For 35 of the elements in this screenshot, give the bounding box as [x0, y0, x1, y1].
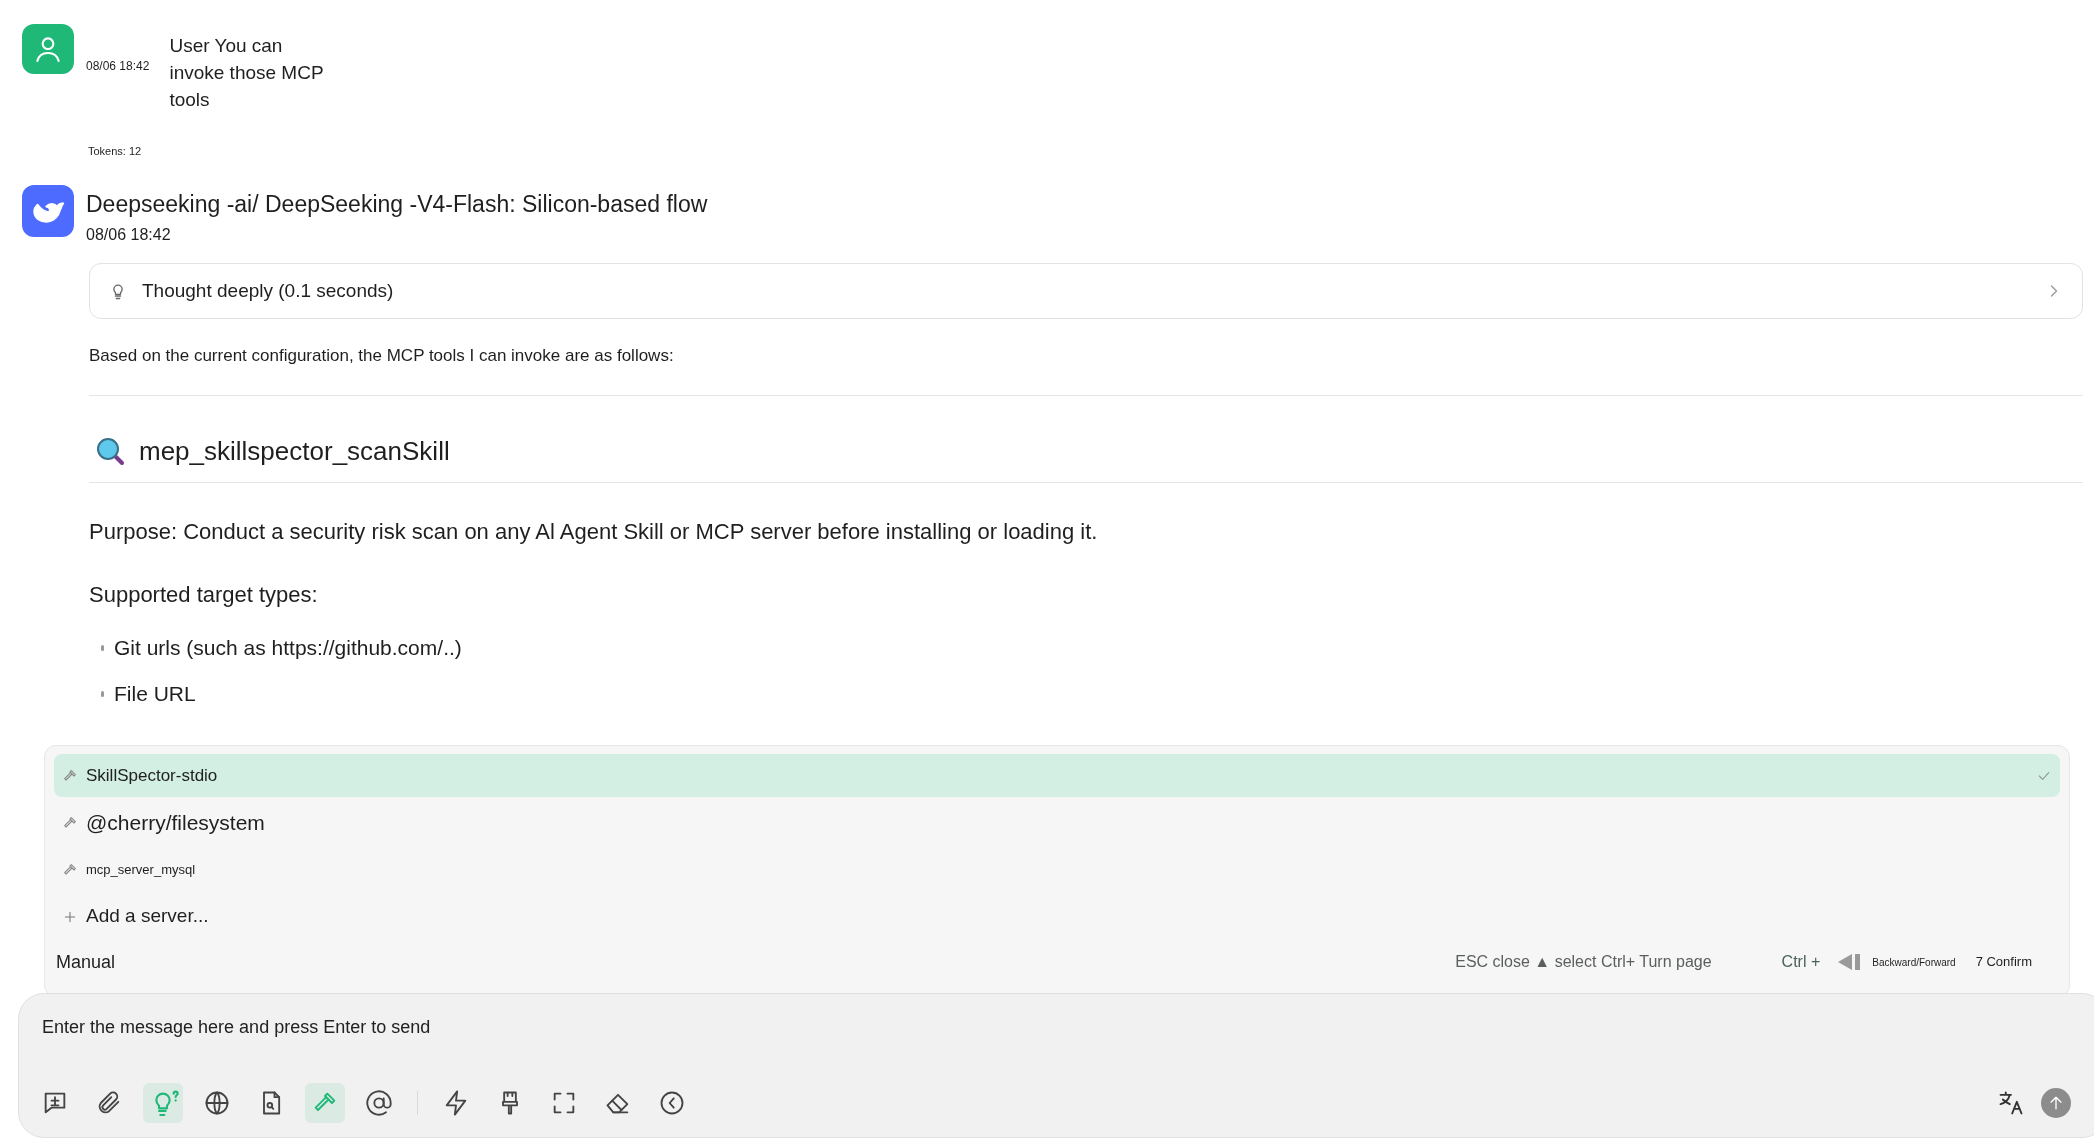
server-option[interactable]: @cherry/filesystem [54, 801, 2060, 844]
key-hint: Ctrl + [1781, 952, 1821, 972]
arrow-key-icon [1838, 953, 1863, 971]
message-date: 08/06 18:42 [86, 58, 150, 75]
section-heading: Supported target types: [89, 580, 319, 609]
bullet-icon [101, 644, 104, 651]
at-sign-icon [365, 1089, 393, 1117]
navigation-hint: Backward/Forward [1872, 955, 1956, 970]
mode-label: Manual [56, 950, 116, 974]
tool-heading: mep_skillspector_scanSkill [139, 435, 450, 468]
back-circle-icon [658, 1089, 686, 1117]
user-message: User You can invoke those MCP tools [169, 34, 325, 112]
option-label: SkillSpector-stdio [86, 764, 218, 787]
magnifier-icon [95, 435, 127, 468]
list-item: File URL [114, 680, 196, 707]
server-option[interactable]: mcp_server_mysql [54, 848, 2060, 891]
option-label: @cherry/filesystem [86, 809, 265, 836]
send-button[interactable] [2041, 1088, 2071, 1118]
translate-icon [1997, 1089, 2025, 1117]
server-option[interactable]: SkillSpector-stdio [54, 754, 2060, 797]
model-title: Deepseeking -ai/ DeepSeeking -V4-Flash: Silicon-based flow [86, 189, 708, 219]
bullet-icon [101, 690, 104, 697]
keyboard-hint: ESC close ▲ select Ctrl+ Turn page [1455, 952, 1712, 972]
server-option[interactable]: Add a server... [54, 895, 2060, 938]
option-label: Add a server... [86, 904, 209, 929]
token-count: Tokens: 12 [88, 144, 142, 159]
list-item: Git urls (such as https://github.com/..) [114, 634, 462, 661]
thought-toggle[interactable]: Thought deeply (0.1 seconds) [89, 263, 2083, 319]
globe-icon [203, 1089, 231, 1117]
confirm-hint: 7 Confirm [1975, 953, 2032, 972]
message-date: 08/06 18:42 [86, 225, 172, 245]
message-input[interactable]: Enter the message here and press Enter to send [42, 1014, 1842, 1041]
intro-text: Based on the current configuration, the MCP tools I can invoke are as follows: [89, 345, 675, 367]
option-label: mcp_server_mysql [86, 860, 196, 879]
purpose-text: Purpose: Conduct a security risk scan on any Al Agent Skill or MCP server before installing or loading it. [89, 517, 1099, 546]
